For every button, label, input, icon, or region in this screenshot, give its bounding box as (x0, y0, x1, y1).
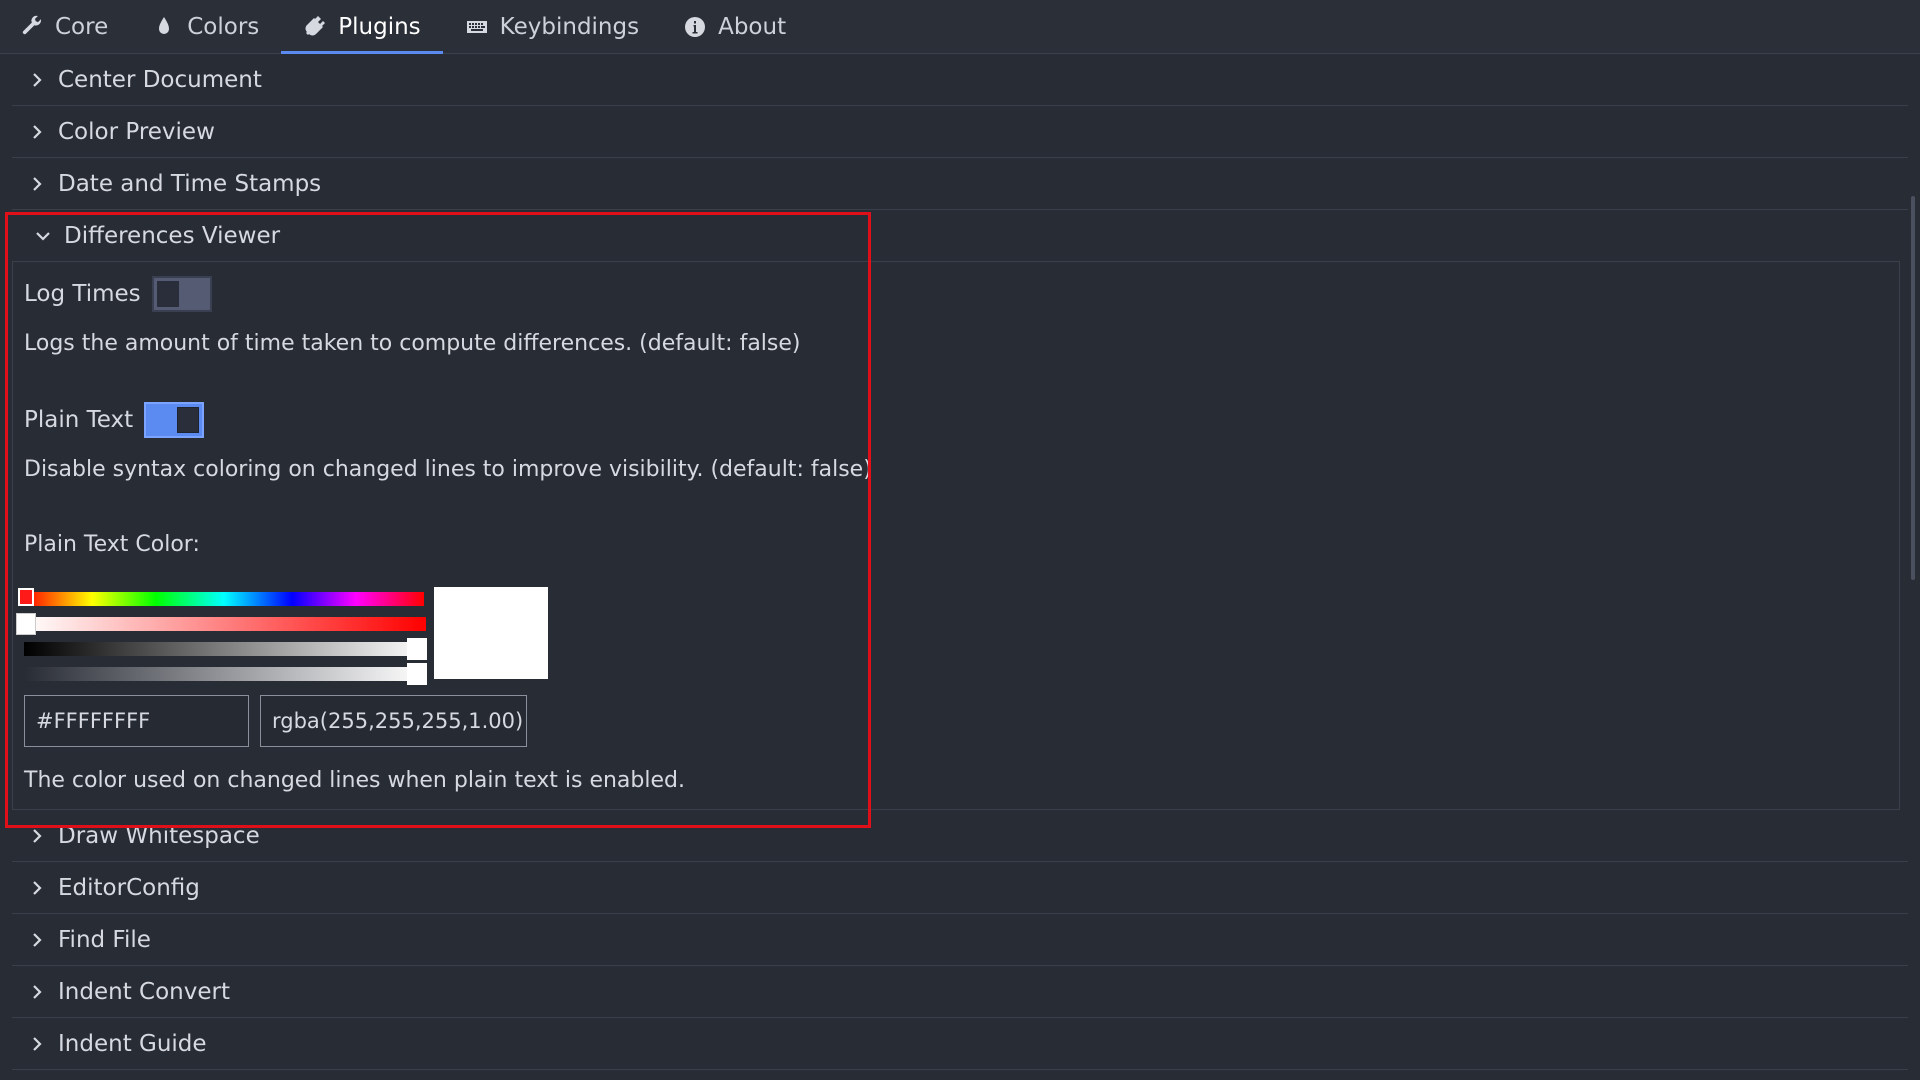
log-times-toggle[interactable] (151, 276, 212, 312)
section-draw-whitespace[interactable]: Draw Whitespace (12, 810, 1908, 862)
value-slider[interactable] (24, 642, 426, 656)
hue-slider-handle[interactable] (18, 588, 34, 606)
section-label: EditorConfig (58, 874, 200, 901)
differences-viewer-settings: Log Times Logs the amount of time taken … (12, 262, 1900, 810)
section-indent-convert[interactable]: Indent Convert (12, 966, 1908, 1018)
tab-label: Colors (187, 13, 260, 40)
chevron-right-icon (28, 827, 46, 845)
chevron-right-icon (28, 1035, 46, 1053)
tab-bar: Core Colors Plugins Keybindings About (0, 0, 1920, 54)
section-label: Center Document (58, 66, 262, 93)
section-label: Color Preview (58, 118, 215, 145)
section-differences-viewer[interactable]: Differences Viewer (12, 210, 1900, 262)
section-editorconfig[interactable]: EditorConfig (12, 862, 1908, 914)
section-find-file[interactable]: Find File (12, 914, 1908, 966)
log-times-description: Logs the amount of time taken to compute… (24, 331, 801, 356)
chevron-right-icon (28, 71, 46, 89)
plugins-list[interactable]: Center Document Color Preview Date and T… (12, 54, 1908, 1080)
section-label: Differences Viewer (64, 222, 281, 249)
keyboard-icon (465, 15, 489, 39)
tab-keybindings[interactable]: Keybindings (443, 0, 661, 53)
plain-text-toggle[interactable] (144, 402, 205, 438)
tab-colors[interactable]: Colors (130, 0, 281, 53)
section-color-preview[interactable]: Color Preview (12, 106, 1908, 158)
log-times-row: Log Times (24, 276, 212, 312)
saturation-slider-handle[interactable] (16, 613, 36, 635)
droplet-icon (152, 15, 176, 39)
tab-core[interactable]: Core (0, 0, 130, 53)
hex-color-input[interactable]: #FFFFFFFF (24, 695, 249, 747)
chevron-right-icon (28, 175, 46, 193)
section-label: Draw Whitespace (58, 822, 260, 849)
plain-text-label: Plain Text (24, 407, 134, 433)
tab-plugins[interactable]: Plugins (281, 0, 444, 54)
hue-slider[interactable] (24, 592, 424, 606)
section-label: Find File (58, 926, 151, 953)
section-center-document[interactable]: Center Document (12, 54, 1908, 106)
section-label: Date and Time Stamps (58, 170, 322, 197)
tab-label: Core (55, 13, 109, 40)
tab-label: About (718, 13, 787, 40)
alpha-slider[interactable] (24, 667, 426, 681)
chevron-right-icon (28, 123, 46, 141)
chevron-down-icon (34, 227, 52, 245)
value-slider-handle[interactable] (407, 638, 427, 660)
section-indent-guide[interactable]: Indent Guide (12, 1018, 1908, 1070)
plain-text-color-label: Plain Text Color: (24, 532, 200, 557)
info-icon (683, 15, 707, 39)
section-date-and-time-stamps[interactable]: Date and Time Stamps (12, 158, 1908, 210)
rgba-color-input[interactable]: rgba(255,255,255,1.00) (260, 695, 527, 747)
color-swatch (434, 587, 548, 679)
wrench-icon (20, 15, 44, 39)
scrollbar-thumb[interactable] (1911, 196, 1915, 580)
section-label: Indent Convert (58, 978, 230, 1005)
chevron-right-icon (28, 931, 46, 949)
plain-text-row: Plain Text (24, 402, 205, 438)
saturation-slider[interactable] (24, 617, 426, 631)
plug-icon (303, 15, 327, 39)
alpha-slider-handle[interactable] (407, 663, 427, 685)
plain-text-description: Disable syntax coloring on changed lines… (24, 457, 872, 482)
section-label: Indent Guide (58, 1030, 207, 1057)
log-times-label: Log Times (24, 281, 141, 307)
settings-window: Core Colors Plugins Keybindings About Ce… (0, 0, 1920, 1080)
tab-label: Keybindings (499, 13, 640, 40)
tab-about[interactable]: About (661, 0, 808, 53)
tab-label: Plugins (338, 13, 421, 40)
plain-text-color-description: The color used on changed lines when pla… (24, 768, 685, 793)
chevron-right-icon (28, 879, 46, 897)
chevron-right-icon (28, 983, 46, 1001)
